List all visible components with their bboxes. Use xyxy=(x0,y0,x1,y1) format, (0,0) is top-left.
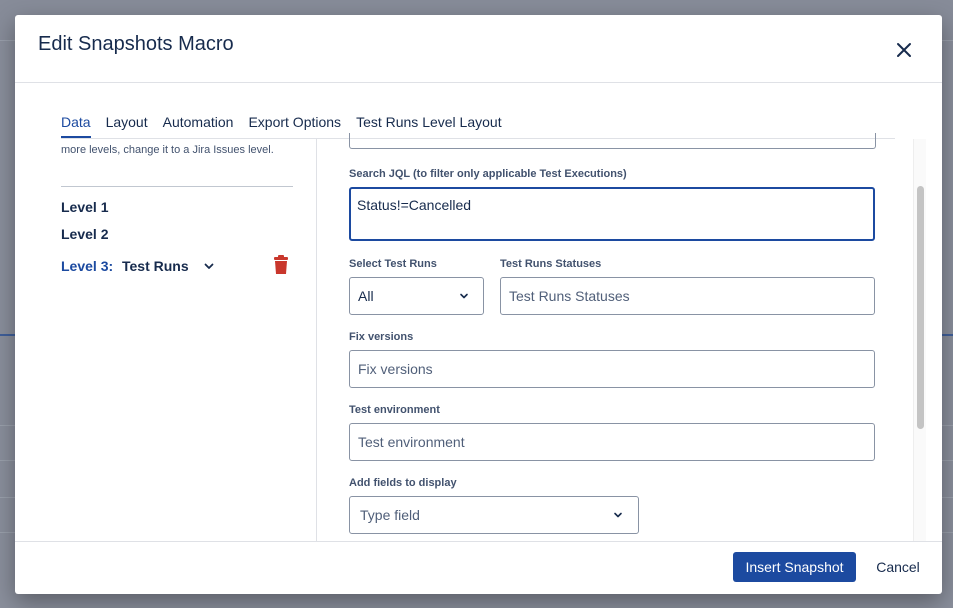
chevron-down-icon xyxy=(460,293,468,299)
add-fields-label: Add fields to display xyxy=(349,477,457,489)
test-environment-label: Test environment xyxy=(349,404,440,416)
insert-snapshot-button[interactable]: Insert Snapshot xyxy=(733,552,856,582)
chevron-down-icon xyxy=(614,512,622,518)
fix-versions-label: Fix versions xyxy=(349,331,414,343)
edit-snapshots-dialog: Edit Snapshots Macro Data Layout Automat… xyxy=(15,15,942,594)
select-test-runs-label: Select Test Runs xyxy=(349,258,437,270)
search-jql-label: Search JQL (to filter only applicable Te… xyxy=(349,168,627,180)
footer-divider xyxy=(15,541,942,542)
cancel-button[interactable]: Cancel xyxy=(865,552,931,582)
tab-data[interactable]: Data xyxy=(61,114,91,138)
tab-automation[interactable]: Automation xyxy=(163,114,234,138)
test-environment-input[interactable]: Test environment xyxy=(349,423,875,461)
level-1-item[interactable]: Level 1 xyxy=(61,199,108,215)
add-fields-placeholder: Type field xyxy=(360,507,420,523)
previous-field-partial[interactable] xyxy=(349,133,876,149)
scrollbar-thumb[interactable] xyxy=(917,186,924,429)
test-runs-statuses-label: Test Runs Statuses xyxy=(500,258,602,270)
add-fields-select[interactable]: Type field xyxy=(349,496,639,534)
levels-help-text: more levels, change it to a Jira Issues … xyxy=(61,144,274,156)
close-button[interactable] xyxy=(891,37,917,63)
select-test-runs-value: All xyxy=(358,288,374,304)
tab-layout[interactable]: Layout xyxy=(106,114,148,138)
chevron-down-icon[interactable] xyxy=(202,259,216,273)
fix-versions-input[interactable]: Fix versions xyxy=(349,350,875,388)
left-panel-divider xyxy=(61,186,293,187)
tab-export-options[interactable]: Export Options xyxy=(248,114,341,138)
panel-divider xyxy=(316,139,317,541)
close-icon xyxy=(897,43,911,57)
level-3-type-select[interactable]: Test Runs xyxy=(122,258,189,274)
test-runs-statuses-input[interactable]: Test Runs Statuses xyxy=(500,277,875,315)
level-2-item[interactable]: Level 2 xyxy=(61,226,108,242)
trash-icon[interactable] xyxy=(272,255,290,275)
dialog-title: Edit Snapshots Macro xyxy=(38,33,234,55)
header-divider xyxy=(15,82,942,83)
search-jql-input[interactable]: Status!=Cancelled xyxy=(349,187,875,241)
level-3-label: Level 3: xyxy=(61,258,114,274)
select-test-runs-dropdown[interactable]: All xyxy=(349,277,484,315)
